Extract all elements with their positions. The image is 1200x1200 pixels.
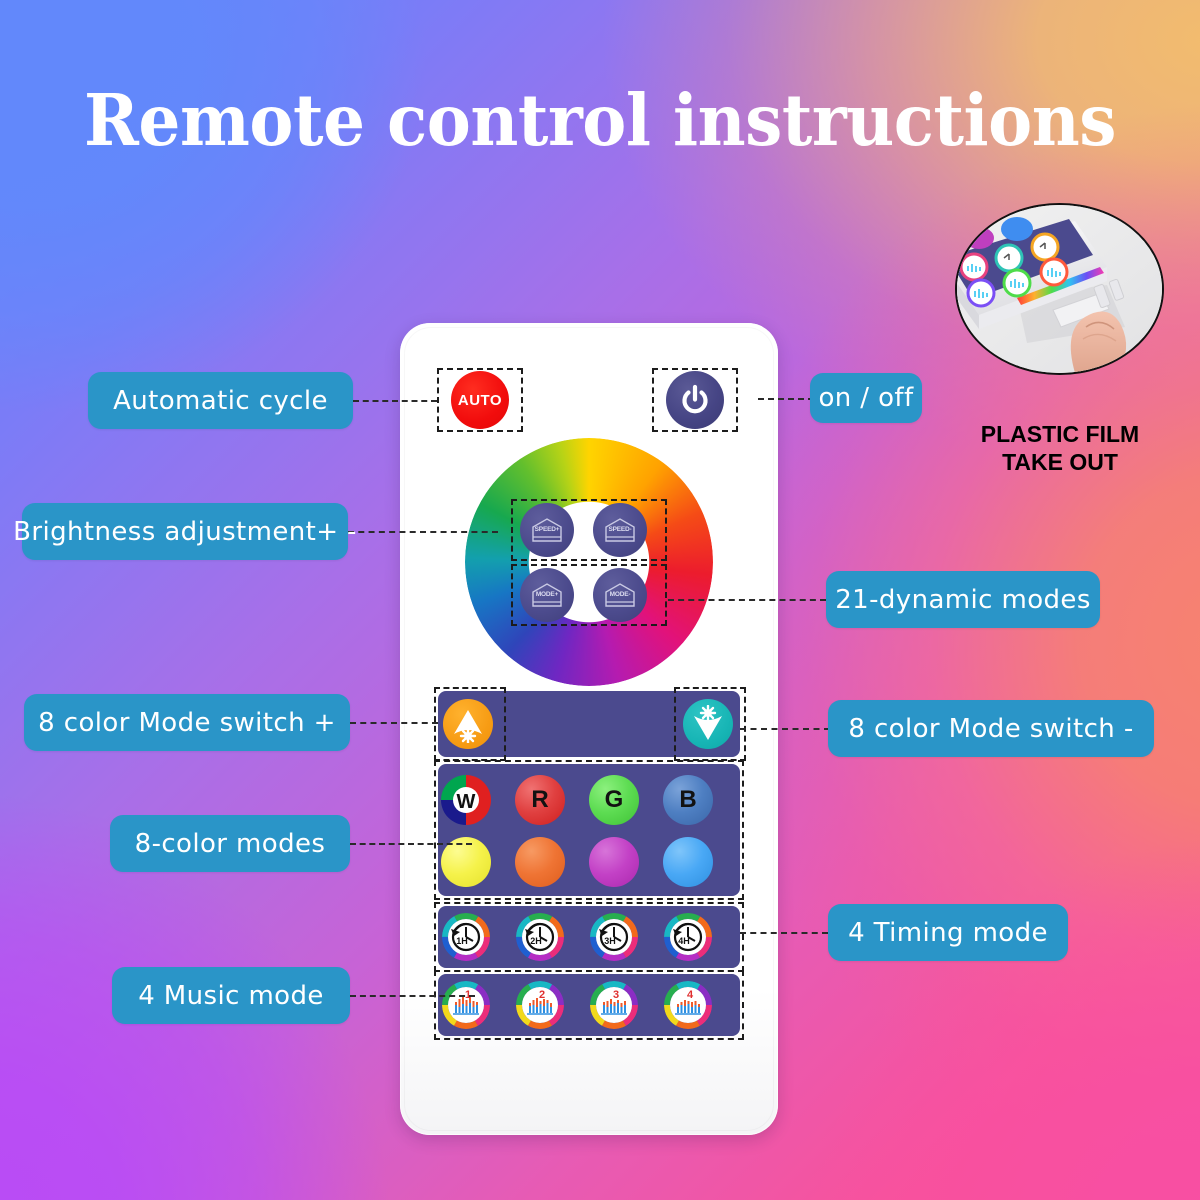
auto-button-label: AUTO: [457, 391, 503, 409]
callout-dynamic-modes-label: 21-dynamic modes: [835, 584, 1091, 615]
music-mode-1-icon: 1: [442, 981, 490, 1029]
callout-on-off-label: on / off: [818, 383, 914, 413]
callout-color-modes[interactable]: 8-color modes: [110, 815, 350, 872]
speed-down-label: SPEED-: [608, 526, 632, 533]
finger-pulling-film-photo: [957, 205, 1162, 373]
leader-automatic-cycle: [353, 400, 437, 402]
timer-4h-icon: 4H: [664, 913, 712, 961]
mode-up-button[interactable]: MODE+: [520, 568, 574, 622]
cyan-blue-color-button[interactable]: [663, 837, 713, 887]
speed-down-button[interactable]: SPEED-: [593, 503, 647, 557]
callout-automatic-cycle-label: Automatic cycle: [113, 385, 328, 416]
music-mode-3-label: 3: [613, 989, 619, 1001]
music-mode-1-button[interactable]: 1: [442, 981, 490, 1029]
mode-up-icon: MODE+: [530, 582, 564, 608]
magenta-color-button[interactable]: [589, 837, 639, 887]
callout-brightness-label: Brightness adjustment+ -: [13, 516, 357, 547]
leader-timing-mode: [740, 932, 828, 934]
blue-color-button[interactable]: B: [663, 775, 713, 825]
speed-up-label: SPEED+: [534, 526, 560, 533]
mode-up-label: MODE+: [535, 591, 559, 598]
callout-music-mode[interactable]: 4 Music mode: [112, 967, 350, 1024]
brightness-down-icon: [694, 705, 722, 740]
plastic-film-photo: [955, 203, 1164, 375]
red-color-button[interactable]: R: [515, 775, 565, 825]
callout-on-off[interactable]: on / off: [810, 373, 922, 423]
color-wheel[interactable]: [465, 438, 713, 686]
leader-on-off: [758, 398, 814, 400]
leader-music-mode: [350, 995, 475, 997]
callout-color-modes-label: 8-color modes: [134, 828, 326, 859]
timer-3h-icon: 3H: [590, 913, 638, 961]
brightness-down-button[interactable]: [683, 699, 733, 749]
brightness-up-button[interactable]: [443, 699, 493, 749]
blue-color-button-label: B: [679, 786, 697, 813]
leader-color-mode-plus: [350, 722, 438, 724]
callout-color-mode-minus[interactable]: 8 color Mode switch -: [828, 700, 1154, 757]
leader-color-modes: [350, 843, 472, 845]
music-mode-3-button[interactable]: 3: [590, 981, 638, 1029]
power-icon: [682, 384, 708, 414]
music-mode-4-label: 4: [687, 989, 694, 1001]
timer-2h-label: 2H: [530, 936, 542, 946]
callout-color-mode-minus-label: 8 color Mode switch -: [848, 713, 1134, 744]
timer-4h-label: 4H: [678, 936, 690, 946]
speed-up-icon: SPEED+: [530, 517, 564, 543]
poster-canvas: Remote control instructions PLASTIC FILM…: [0, 0, 1200, 1200]
timer-4h-button[interactable]: 4H: [664, 913, 712, 961]
plastic-film-caption: PLASTIC FILM TAKE OUT: [960, 420, 1160, 476]
remote-control-body: AUTO SPEED+ SPEED- MODE+ MODE- W R G B 1…: [400, 323, 778, 1135]
mode-down-icon: MODE-: [603, 582, 637, 608]
mode-down-label: MODE-: [609, 591, 631, 598]
timer-3h-button[interactable]: 3H: [590, 913, 638, 961]
auto-button[interactable]: AUTO: [451, 371, 509, 429]
timer-3h-label: 3H: [604, 936, 616, 946]
callout-timing-mode[interactable]: 4 Timing mode: [828, 904, 1068, 961]
page-title: Remote control instructions: [84, 78, 1116, 162]
speed-up-button[interactable]: SPEED+: [520, 503, 574, 557]
svg-text:W: W: [457, 791, 476, 813]
callout-brightness[interactable]: Brightness adjustment+ -: [13, 503, 356, 560]
music-mode-2-label: 2: [539, 989, 545, 1001]
timer-2h-button[interactable]: 2H: [516, 913, 564, 961]
plastic-film-caption-line1: PLASTIC FILM: [980, 421, 1140, 447]
music-mode-4-icon: 4: [664, 981, 712, 1029]
callout-dynamic-modes[interactable]: 21-dynamic modes: [826, 571, 1100, 628]
music-mode-2-button[interactable]: 2: [516, 981, 564, 1029]
red-color-button-label: R: [531, 786, 549, 813]
white-color-button[interactable]: W: [441, 775, 491, 825]
green-color-button[interactable]: G: [589, 775, 639, 825]
white-color-button-icon: W: [441, 775, 491, 825]
callout-timing-mode-label: 4 Timing mode: [848, 917, 1048, 948]
timer-1h-label: 1H: [456, 936, 468, 946]
music-mode-3-icon: 3: [590, 981, 638, 1029]
mode-down-button[interactable]: MODE-: [593, 568, 647, 622]
timer-2h-icon: 2H: [516, 913, 564, 961]
power-button[interactable]: [666, 371, 724, 429]
timer-1h-icon: 1H: [442, 913, 490, 961]
callout-color-mode-plus[interactable]: 8 color Mode switch +: [24, 694, 350, 751]
leader-brightness: [348, 531, 498, 533]
brightness-up-icon: [454, 710, 482, 743]
plastic-film-caption-line2: TAKE OUT: [1002, 449, 1118, 476]
callout-color-mode-plus-label: 8 color Mode switch +: [38, 707, 336, 738]
timer-1h-button[interactable]: 1H: [442, 913, 490, 961]
music-mode-2-icon: 2: [516, 981, 564, 1029]
green-color-button-label: G: [604, 786, 624, 813]
callout-music-mode-label: 4 Music mode: [138, 980, 324, 1011]
orange-color-button[interactable]: [515, 837, 565, 887]
leader-color-mode-minus: [740, 728, 830, 730]
speed-down-icon: SPEED-: [603, 517, 637, 543]
music-mode-4-button[interactable]: 4: [664, 981, 712, 1029]
callout-automatic-cycle[interactable]: Automatic cycle: [88, 372, 353, 429]
leader-dynamic-modes: [668, 599, 826, 601]
